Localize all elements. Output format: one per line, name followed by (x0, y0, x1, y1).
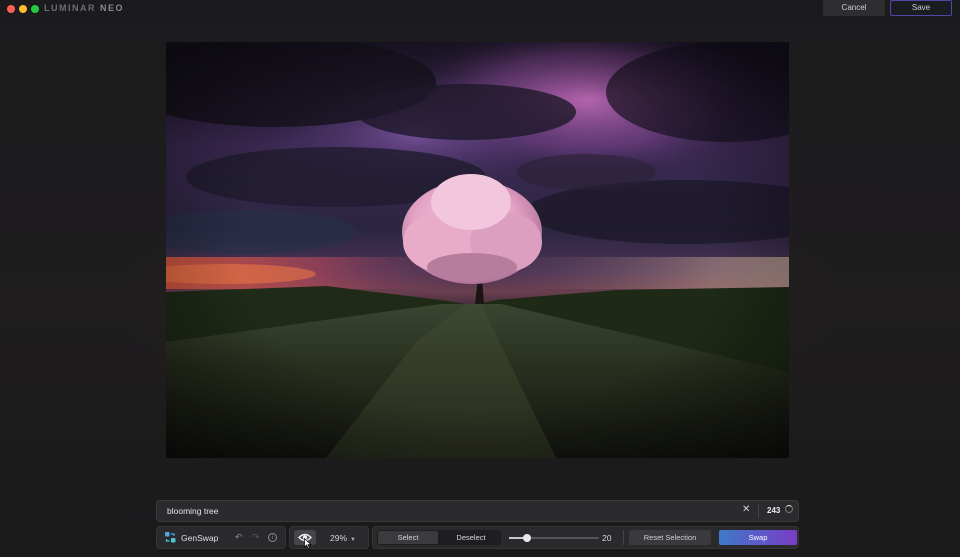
zoom-dropdown[interactable]: 29% ▼ (330, 533, 356, 543)
mouse-cursor-icon (304, 538, 312, 549)
window-zoom-button[interactable] (31, 5, 39, 13)
window-close-button[interactable] (7, 5, 15, 13)
select-button[interactable]: Select (378, 531, 438, 544)
brush-size-value: 20 (602, 533, 612, 543)
title-bar: LUMINAR NEO Cancel Save (0, 0, 960, 18)
app-logo: LUMINAR NEO (44, 3, 124, 13)
info-icon[interactable]: i (268, 533, 277, 542)
divider (758, 504, 759, 518)
genswap-icon (165, 532, 176, 543)
divider (623, 530, 624, 545)
brush-size-slider[interactable] (509, 534, 599, 542)
chevron-down-icon: ▼ (350, 537, 356, 543)
photo-image (166, 42, 789, 458)
save-button[interactable]: Save (890, 0, 952, 16)
redo-icon[interactable]: ↷ (252, 532, 260, 543)
deselect-button[interactable]: Deselect (441, 531, 501, 544)
view-group: 29% ▼ (289, 526, 369, 549)
tool-label: GenSwap (181, 533, 219, 543)
zoom-value: 29% (330, 533, 348, 543)
loading-spinner-icon (785, 505, 793, 513)
tool-group: GenSwap ↶ ↷ i (156, 526, 286, 549)
brand-sub: NEO (100, 3, 125, 13)
close-icon[interactable]: ✕ (742, 504, 750, 515)
undo-icon[interactable]: ↶ (235, 532, 243, 543)
prompt-input[interactable] (167, 501, 727, 521)
swap-button[interactable]: Swap (719, 530, 797, 545)
generation-count: 243 (767, 506, 781, 515)
selection-group: Select Deselect 20 Reset Selection Swap (372, 526, 799, 549)
photo-canvas[interactable] (166, 42, 789, 458)
cancel-button[interactable]: Cancel (823, 0, 885, 16)
prompt-bar: ✕ 243 (156, 500, 799, 522)
selection-mode-toggle: Select Deselect (377, 530, 501, 545)
slider-handle[interactable] (523, 534, 531, 542)
window-minimize-button[interactable] (19, 5, 27, 13)
brand-main: LUMINAR (44, 3, 96, 13)
reset-selection-button[interactable]: Reset Selection (629, 530, 711, 545)
